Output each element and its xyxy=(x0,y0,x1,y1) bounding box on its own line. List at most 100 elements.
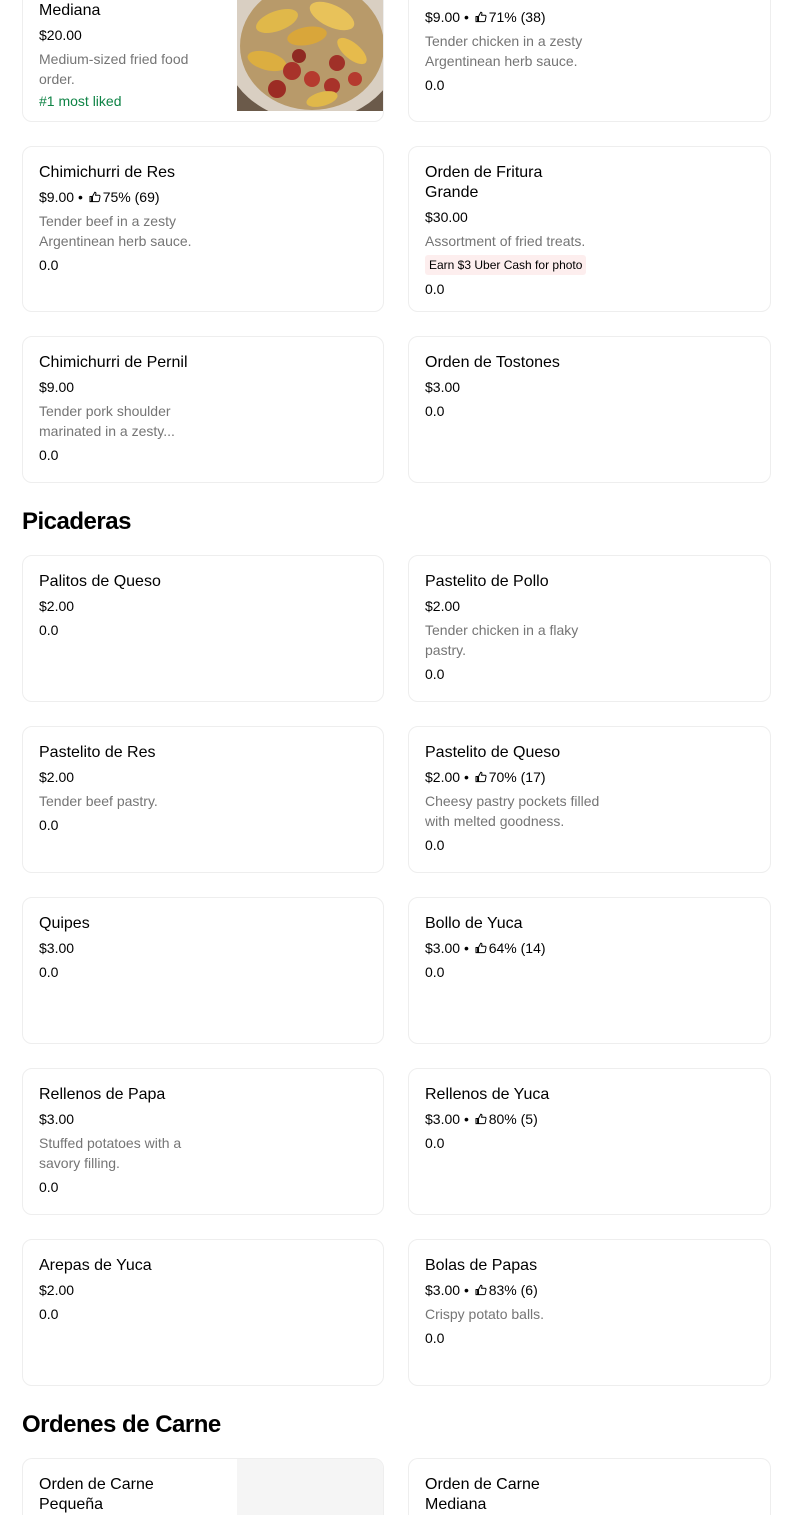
fried-food-image xyxy=(237,0,383,111)
menu-item-card-pastelito-res[interactable]: Pastelito de Res $2.00 Tender beef pastr… xyxy=(22,726,384,873)
uber-cash-promo-badge: Earn $3 Uber Cash for photo xyxy=(425,255,587,275)
item-description: Tender beef pastry. xyxy=(39,793,158,809)
menu-item-card-pastelito-queso[interactable]: Pastelito de Queso $2.00 • 70% (17) Chee… xyxy=(408,726,771,873)
item-price-rating: $3.00 • 64% (14) xyxy=(425,938,625,958)
menu-item-card-carne-mediana[interactable]: Orden de Carne Mediana xyxy=(408,1458,771,1515)
separator-dot: • xyxy=(463,1282,469,1298)
item-price: $2.00 xyxy=(425,769,461,785)
menu-item-card-quipes[interactable]: Quipes $3.00 0.0 xyxy=(22,897,384,1044)
menu-item-card-bollo-yuca[interactable]: Bollo de Yuca $3.00 • 64% (14) 0.0 xyxy=(408,897,771,1044)
food-photo-placeholder xyxy=(237,1459,383,1515)
item-name: Orden de Carne Mediana xyxy=(425,1476,540,1513)
item-price: $3.00 xyxy=(39,1111,75,1127)
item-score: 0.0 xyxy=(425,77,445,93)
thumbs-up-icon xyxy=(475,11,487,23)
item-price-rating: $9.00 • 75% (69) xyxy=(39,187,239,207)
item-description: Tender beef in a zesty Argentinean herb … xyxy=(39,213,192,249)
item-rating: 70% (17) xyxy=(488,769,546,785)
item-rating: 71% (38) xyxy=(488,9,546,25)
item-price: $2.00 xyxy=(39,1282,75,1298)
item-score: 0.0 xyxy=(425,1330,445,1346)
item-description: Assortment of fried treats. xyxy=(425,233,586,249)
item-rating: 75% (69) xyxy=(102,189,160,205)
item-score: 0.0 xyxy=(425,1135,445,1151)
item-description: Tender pork shoulder marinated in a zest… xyxy=(39,403,175,439)
item-name: Orden de Tostones xyxy=(425,354,560,371)
item-price: $3.00 xyxy=(425,379,461,395)
item-price: $20.00 xyxy=(39,27,82,43)
item-name: Bolas de Papas xyxy=(425,1257,538,1274)
menu-item-card-chimichurri-pollo[interactable]: $9.00 • 71% (38) Tender chicken in a zes… xyxy=(408,0,771,122)
section-title-picaderas: Picaderas xyxy=(22,508,131,535)
item-name: Arepas de Yuca xyxy=(39,1257,152,1274)
item-name: Pastelito de Res xyxy=(39,744,156,761)
menu-item-card-mediana[interactable]: Mediana $20.00 Medium-sized fried food o… xyxy=(22,0,384,122)
menu-item-card-palitos-queso[interactable]: Palitos de Queso $2.00 0.0 xyxy=(22,555,384,702)
item-name: Mediana xyxy=(39,2,101,19)
item-price-rating: $9.00 • 71% (38) xyxy=(425,7,625,27)
item-score: 0.0 xyxy=(425,964,445,980)
section-title-ordenes-de-carne: Ordenes de Carne xyxy=(22,1411,221,1438)
menu-item-card-fritura-grande[interactable]: Orden de Fritura Grande $30.00 Assortmen… xyxy=(408,146,771,312)
item-name: Pastelito de Pollo xyxy=(425,573,549,590)
item-description: Tender chicken in a zesty Argentinean he… xyxy=(425,33,583,69)
menu-item-card-bolas-papas[interactable]: Bolas de Papas $3.00 • 83% (6) Crispy po… xyxy=(408,1239,771,1386)
item-price: $2.00 xyxy=(39,769,75,785)
item-score: 0.0 xyxy=(39,257,59,273)
item-score: 0.0 xyxy=(425,837,445,853)
separator-dot: • xyxy=(463,940,469,956)
item-price: $9.00 xyxy=(425,9,461,25)
item-price: $9.00 xyxy=(39,379,75,395)
menu-item-card-rellenos-papa[interactable]: Rellenos de Papa $3.00 Stuffed potatoes … xyxy=(22,1068,384,1215)
separator-dot: • xyxy=(77,189,83,205)
food-photo xyxy=(237,0,383,111)
item-score: 0.0 xyxy=(39,964,59,980)
most-liked-badge: #1 most liked xyxy=(39,93,122,109)
item-name: Orden de Carne Pequeña xyxy=(39,1476,154,1513)
item-score: 0.0 xyxy=(425,281,445,297)
item-price: $3.00 xyxy=(425,1282,461,1298)
thumbs-up-icon xyxy=(475,1284,487,1296)
item-rating: 64% (14) xyxy=(488,940,546,956)
item-price-rating: $2.00 • 70% (17) xyxy=(425,767,625,787)
item-score: 0.0 xyxy=(39,447,59,463)
item-name: Palitos de Queso xyxy=(39,573,161,590)
item-score: 0.0 xyxy=(39,817,59,833)
item-price: $9.00 xyxy=(39,189,75,205)
menu-item-card-chimichurri-res[interactable]: Chimichurri de Res $9.00 • 75% (69) Tend… xyxy=(22,146,384,312)
menu-item-card-rellenos-yuca[interactable]: Rellenos de Yuca $3.00 • 80% (5) 0.0 xyxy=(408,1068,771,1215)
item-name: Bollo de Yuca xyxy=(425,915,523,932)
thumbs-up-icon xyxy=(89,191,101,203)
item-price: $30.00 xyxy=(425,209,468,225)
item-description: Stuffed potatoes with a savory filling. xyxy=(39,1135,182,1171)
item-name: Rellenos de Papa xyxy=(39,1086,166,1103)
separator-dot: • xyxy=(463,769,469,785)
item-name: Orden de Fritura Grande xyxy=(425,164,543,201)
item-rating: 80% (5) xyxy=(488,1111,538,1127)
menu-item-card-tostones[interactable]: Orden de Tostones $3.00 0.0 xyxy=(408,336,771,483)
menu-item-card-arepas-yuca[interactable]: Arepas de Yuca $2.00 0.0 xyxy=(22,1239,384,1386)
item-name: Chimichurri de Pernil xyxy=(39,354,188,371)
item-name: Pastelito de Queso xyxy=(425,744,561,761)
item-name: Quipes xyxy=(39,915,90,932)
item-score: 0.0 xyxy=(39,622,59,638)
menu-item-card-carne-pequena[interactable]: Orden de Carne Pequeña xyxy=(22,1458,384,1515)
menu-item-card-chimichurri-pernil[interactable]: Chimichurri de Pernil $9.00 Tender pork … xyxy=(22,336,384,483)
thumbs-up-icon xyxy=(475,1113,487,1125)
menu-item-card-pastelito-pollo[interactable]: Pastelito de Pollo $2.00 Tender chicken … xyxy=(408,555,771,702)
item-score: 0.0 xyxy=(425,666,445,682)
item-name: Chimichurri de Res xyxy=(39,164,176,181)
item-description: Cheesy pastry pockets filled with melted… xyxy=(425,793,600,829)
thumbs-up-icon xyxy=(475,942,487,954)
item-description: Crispy potato balls. xyxy=(425,1306,545,1322)
item-rating: 83% (6) xyxy=(488,1282,538,1298)
item-price-rating: $3.00 • 83% (6) xyxy=(425,1280,625,1300)
item-price: $2.00 xyxy=(425,598,461,614)
separator-dot: • xyxy=(463,9,469,25)
item-score: 0.0 xyxy=(39,1179,59,1195)
item-price: $3.00 xyxy=(425,1111,461,1127)
thumbs-up-icon xyxy=(475,771,487,783)
item-description: Medium-sized fried food order. xyxy=(39,51,189,87)
item-price: $2.00 xyxy=(39,598,75,614)
item-name: Rellenos de Yuca xyxy=(425,1086,550,1103)
